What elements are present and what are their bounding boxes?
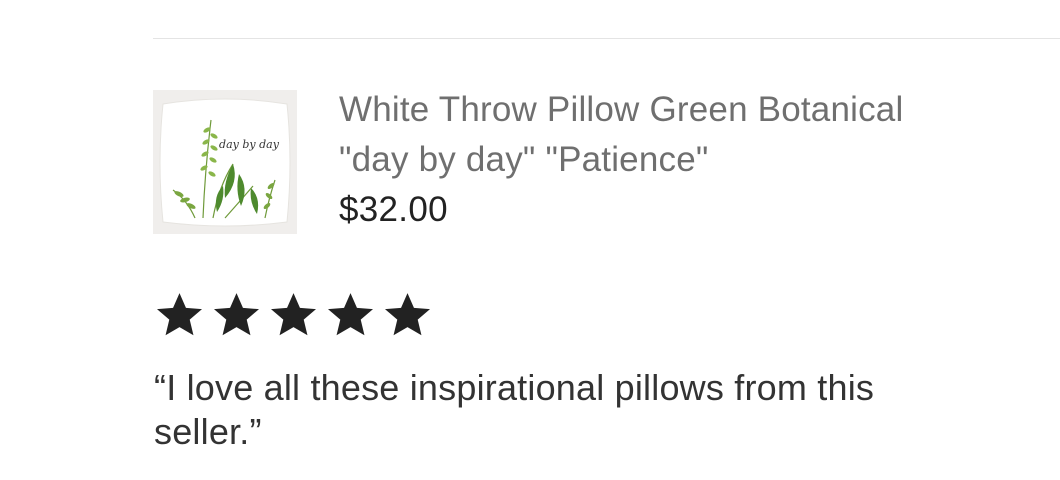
star-icon [385,293,430,336]
product-info: White Throw Pillow Green Botanical "day … [339,85,979,235]
product-price: $32.00 [339,190,448,229]
top-divider [153,38,1060,39]
star-icon [271,293,316,336]
star-icon [214,293,259,336]
review-text: “I love all these inspirational pillows … [154,367,875,452]
pillow-text: day by day [219,138,280,151]
star-icon [157,293,202,336]
product-summary[interactable]: day by day White Throw Pillow Green Bota… [153,85,979,235]
star-rating [153,290,434,340]
star-icon [328,293,373,336]
review-card: day by day White Throw Pillow Green Bota… [0,0,1060,480]
pillow-illustration: day by day [159,98,291,227]
product-thumbnail[interactable]: day by day [153,90,297,234]
product-title[interactable]: White Throw Pillow Green Botanical "day … [339,85,979,185]
